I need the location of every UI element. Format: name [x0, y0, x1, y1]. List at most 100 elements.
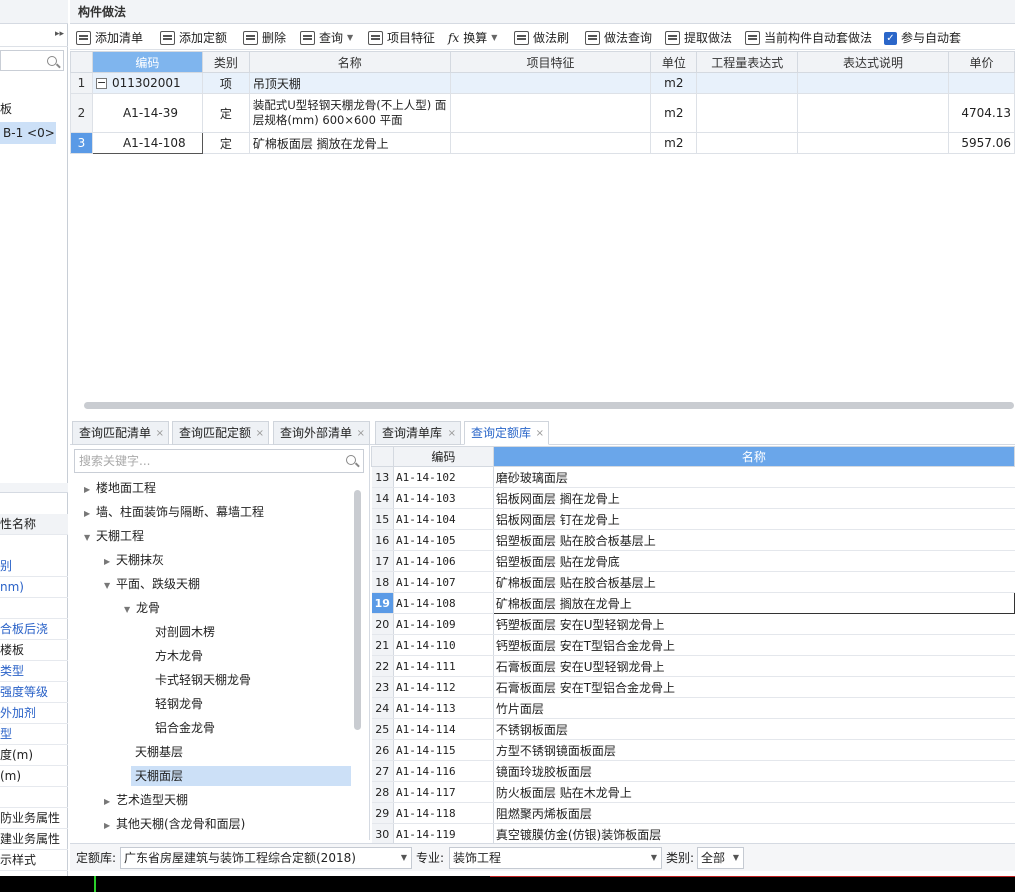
tree-node[interactable]: 轻钢龙骨	[155, 694, 203, 714]
column-header-unit[interactable]: 单位	[650, 51, 698, 73]
unit-cell[interactable]: m2	[650, 93, 698, 133]
column-header-expression[interactable]: 工程量表达式	[696, 51, 799, 73]
column-header-feature[interactable]: 项目特征	[449, 51, 652, 73]
collapse-icon[interactable]: −	[95, 77, 107, 89]
tree-node[interactable]: 天棚基层	[135, 742, 183, 762]
list-item[interactable]: 14 A1-14-103 铝板网面层 搁在龙骨上	[371, 487, 1015, 509]
prop-row[interactable]: (m)	[0, 766, 68, 787]
list-item[interactable]: 29 A1-14-118 阻燃聚丙烯板面层	[371, 802, 1015, 824]
list-item[interactable]: 30 A1-14-119 真空镀膜仿金(仿银)装饰板面层	[371, 823, 1015, 845]
list-item[interactable]: 17 A1-14-106 铝塑板面层 贴在龙骨底	[371, 550, 1015, 572]
feature-cell[interactable]	[449, 132, 652, 154]
list-item[interactable]: 19 A1-14-108 矿棉板面层 搁放在龙骨上	[371, 592, 1015, 614]
quota-name[interactable]: 钙塑板面层 安在U型轻钢龙骨上	[493, 613, 1015, 635]
quota-name[interactable]: 阻燃聚丙烯板面层	[493, 802, 1015, 824]
chevron-right-icon[interactable]: ▶	[104, 816, 116, 836]
chevron-right-icon[interactable]: ▶	[84, 504, 96, 524]
tree-vertical-scrollbar[interactable]	[354, 490, 361, 730]
expression-cell[interactable]	[696, 132, 799, 154]
tree-node[interactable]: ▶ 墙、柱面装饰与隔断、幕墙工程	[84, 502, 264, 522]
code-cell[interactable]: A1-14-39	[91, 93, 203, 133]
prop-row[interactable]: 示样式	[0, 850, 68, 871]
chevron-right-icon[interactable]: ▶	[104, 552, 116, 572]
quota-code[interactable]: A1-14-113	[393, 697, 494, 719]
type-cell[interactable]: 项	[201, 72, 250, 94]
quota-name[interactable]: 竹片面层	[493, 697, 1015, 719]
column-header-type[interactable]: 类别	[201, 51, 250, 73]
prop-row[interactable]: nm)	[0, 577, 68, 598]
column-header-expr-desc[interactable]: 表达式说明	[797, 51, 949, 73]
chevron-down-icon[interactable]: ▼	[84, 528, 96, 548]
prop-row[interactable]: 类型	[0, 661, 68, 682]
quota-code[interactable]: A1-14-110	[393, 634, 494, 656]
close-icon[interactable]: ×	[448, 422, 456, 445]
list-header-code[interactable]: 编码	[392, 446, 494, 467]
code-cell[interactable]: −011302001	[91, 72, 203, 94]
table-row[interactable]: 2 A1-14-39 定 装配式U型轻钢天棚龙骨(不上人型) 面层规格(mm) …	[70, 93, 1015, 133]
tab-external-list[interactable]: 查询外部清单 ×	[273, 421, 370, 445]
tree-node[interactable]: 卡式轻钢天棚龙骨	[155, 670, 251, 690]
tree-node[interactable]: 方木龙骨	[155, 646, 203, 666]
expr-desc-cell[interactable]	[797, 132, 949, 154]
price-cell[interactable]: 5957.06	[947, 132, 1015, 154]
list-item[interactable]: 18 A1-14-107 矿棉板面层 贴在胶合板基层上	[371, 571, 1015, 593]
price-cell[interactable]: 4704.13	[947, 93, 1015, 133]
tree-node[interactable]: ▼ 天棚工程	[84, 526, 144, 546]
horizontal-scrollbar[interactable]	[84, 402, 1014, 409]
list-item[interactable]: 27 A1-14-116 镜面玲珑胶板面层	[371, 760, 1015, 782]
expression-cell[interactable]	[696, 72, 799, 94]
quota-code[interactable]: A1-14-102	[393, 466, 494, 488]
query-button[interactable]: 查询 ▼	[300, 28, 353, 48]
prop-row[interactable]	[0, 598, 68, 619]
list-item[interactable]: 24 A1-14-113 竹片面层	[371, 697, 1015, 719]
cad-drawing-area[interactable]	[0, 876, 1015, 892]
list-item[interactable]: 16 A1-14-105 铝塑板面层 贴在胶合板基层上	[371, 529, 1015, 551]
type-cell[interactable]: 定	[201, 93, 250, 133]
expr-desc-cell[interactable]	[797, 93, 949, 133]
participate-auto-checkbox[interactable]: ✓ 参与自动套	[884, 28, 961, 48]
prop-row[interactable]: 型	[0, 724, 68, 745]
price-cell[interactable]	[947, 72, 1015, 94]
quota-code[interactable]: A1-14-118	[393, 802, 494, 824]
extract-method-button[interactable]: 提取做法	[665, 28, 732, 48]
name-cell[interactable]: 矿棉板面层 搁放在龙骨上	[248, 132, 451, 154]
item-feature-button[interactable]: 项目特征	[368, 28, 435, 48]
tree-node[interactable]: 铝合金龙骨	[155, 718, 215, 738]
quota-name[interactable]: 真空镀膜仿金(仿银)装饰板面层	[493, 823, 1015, 845]
left-search-input[interactable]	[0, 50, 64, 71]
column-header-name[interactable]: 名称	[248, 51, 451, 73]
quota-code[interactable]: A1-14-119	[393, 823, 494, 845]
convert-button[interactable]: fx 换算 ▼	[448, 28, 497, 48]
tab-match-list[interactable]: 查询匹配清单 ×	[72, 421, 169, 445]
list-item[interactable]: 20 A1-14-109 钙塑板面层 安在U型轻钢龙骨上	[371, 613, 1015, 635]
left-tree-item[interactable]: 板	[0, 100, 12, 117]
tree-node[interactable]: ▶ 艺术造型天棚	[104, 790, 188, 810]
quota-code[interactable]: A1-14-116	[393, 760, 494, 782]
quota-name[interactable]: 钙塑板面层 安在T型铝合金龙骨上	[493, 634, 1015, 656]
tab-quota-library[interactable]: 查询定额库 ×	[464, 421, 549, 445]
close-icon[interactable]: ×	[256, 422, 264, 445]
quota-code[interactable]: A1-14-117	[393, 781, 494, 803]
prop-row[interactable]: 建业务属性	[0, 829, 68, 850]
prop-row[interactable]: 防业务属性	[0, 808, 68, 829]
splitter[interactable]	[369, 445, 370, 840]
table-row[interactable]: 3 A1-14-108 定 矿棉板面层 搁放在龙骨上 m2 5957.06	[70, 132, 1015, 154]
quota-name[interactable]: 铝板网面层 搁在龙骨上	[493, 487, 1015, 509]
quota-name[interactable]: 磨砂玻璃面层	[493, 466, 1015, 488]
list-item[interactable]: 15 A1-14-104 铝板网面层 钉在龙骨上	[371, 508, 1015, 530]
tree-node[interactable]: ▼ 龙骨	[124, 598, 160, 618]
prop-row[interactable]: 强度等级	[0, 682, 68, 703]
list-item[interactable]: 23 A1-14-112 石膏板面层 安在T型铝合金龙骨上	[371, 676, 1015, 698]
tree-node[interactable]: ▶ 楼地面工程	[84, 478, 156, 498]
quota-code[interactable]: A1-14-107	[393, 571, 494, 593]
expr-desc-cell[interactable]	[797, 72, 949, 94]
unit-cell[interactable]: m2	[650, 132, 698, 154]
type-cell[interactable]: 定	[201, 132, 250, 154]
tree-node[interactable]: 对剖圆木楞	[155, 622, 215, 642]
name-cell[interactable]: 吊顶天棚	[248, 72, 451, 94]
specialty-select[interactable]: 装饰工程 ▼	[449, 847, 662, 869]
category-select[interactable]: 全部 ▼	[697, 847, 744, 869]
prop-row[interactable]: 别	[0, 556, 68, 577]
quota-code[interactable]: A1-14-115	[393, 739, 494, 761]
list-item[interactable]: 22 A1-14-111 石膏板面层 安在U型轻钢龙骨上	[371, 655, 1015, 677]
